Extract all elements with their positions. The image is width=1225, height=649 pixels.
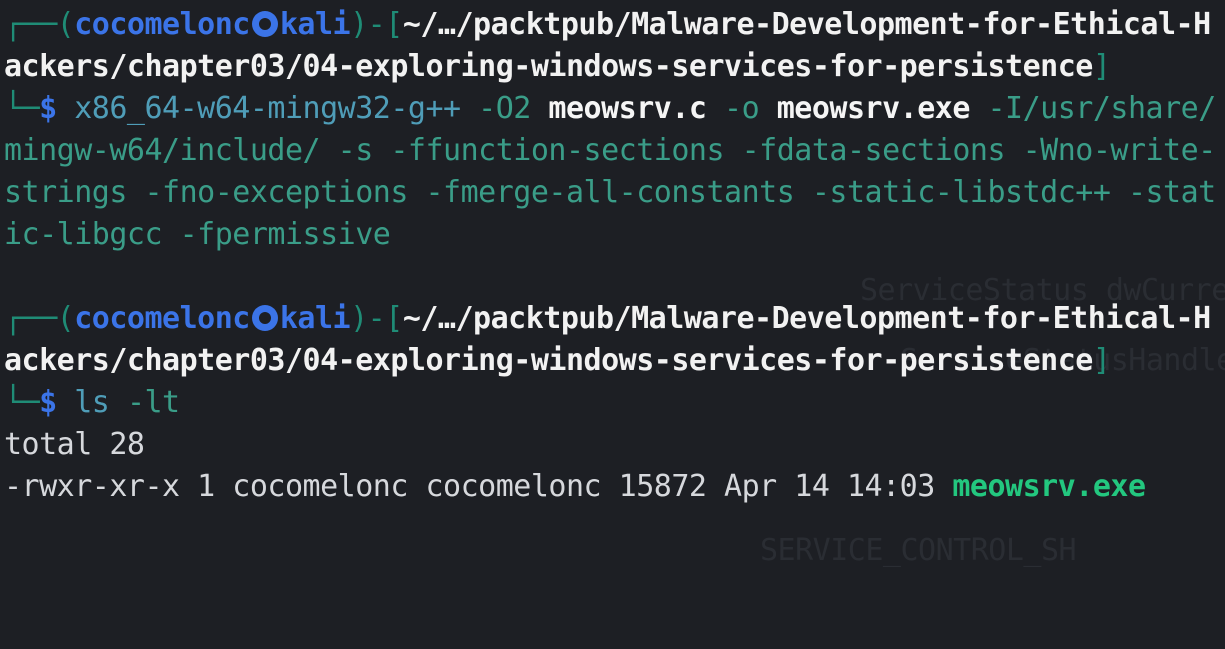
prompt-symbol: $ — [39, 91, 57, 126]
prompt-line: ackers/chapter03/04-exploring-windows-se… — [4, 46, 1225, 88]
command-source-file: meowsrv.c — [548, 91, 707, 126]
prompt-frame: ] — [1092, 49, 1111, 84]
prompt-path: ~/…/packtpub/Malware-Development-for-Eth… — [402, 301, 1211, 336]
output-line: -rwxr-xr-x 1 cocomelonc cocomelonc 15872… — [4, 466, 1225, 508]
command-arg: mingw-w64/include/ -s -ffunction-section… — [4, 133, 1216, 168]
prompt-host: kali — [279, 301, 351, 336]
output-total: total 28 — [4, 427, 145, 462]
command-line-continued: ic-libgcc -fpermissive — [4, 214, 1225, 256]
prompt-path: ackers/chapter03/04-exploring-windows-se… — [4, 343, 1093, 378]
prompt-frame: )-[ — [350, 301, 403, 336]
command-arg: -I/usr/share/ — [987, 91, 1216, 126]
prompt-line: ackers/chapter03/04-exploring-windows-se… — [4, 340, 1225, 382]
prompt-line: ┌──(cocomelonc kali)-[~/…/packtpub/Malwar… — [4, 4, 1225, 46]
prompt-frame: ┌──( — [4, 7, 75, 42]
prompt-host: kali — [279, 7, 351, 42]
file-listing-name: meowsrv.exe — [952, 469, 1146, 504]
prompt-user: cocomelonc — [74, 301, 250, 336]
command-arg: -lt — [126, 385, 180, 420]
command-arg: ic-libgcc -fpermissive — [4, 217, 391, 252]
command-name: ls — [74, 385, 110, 420]
command-arg: -o — [724, 91, 760, 126]
command-line-continued: strings -fno-exceptions -fmerge-all-cons… — [4, 172, 1225, 214]
kali-logo-icon — [251, 305, 278, 331]
kali-logo-icon — [251, 11, 278, 37]
prompt-path: ackers/chapter03/04-exploring-windows-se… — [4, 49, 1093, 84]
terminal-window[interactable]: ServiceStatus dwCurre ServiceStatusHandl… — [0, 0, 1225, 649]
prompt-frame: ┌──( — [4, 301, 75, 336]
command-name: x86_64-w64-mingw32-g++ — [74, 91, 461, 126]
prompt-symbol: $ — [39, 385, 57, 420]
background-ghost-text-3: SERVICE_CONTROL_SH — [760, 533, 1077, 568]
command-line-continued: mingw-w64/include/ -s -ffunction-section… — [4, 130, 1225, 172]
file-listing-meta: -rwxr-xr-x 1 cocomelonc cocomelonc 15872… — [4, 469, 953, 504]
command-output-file: meowsrv.exe — [776, 91, 971, 126]
command-arg: strings -fno-exceptions -fmerge-all-cons… — [4, 175, 1216, 210]
prompt-corner: └─ — [4, 91, 40, 126]
command-line: └─$ ls -lt — [4, 382, 1225, 424]
prompt-user: cocomelonc — [74, 7, 250, 42]
command-line: └─$ x86_64-w64-mingw32-g++ -O2 meowsrv.c… — [4, 88, 1225, 130]
prompt-frame: ] — [1092, 343, 1111, 378]
command-arg: -O2 — [478, 91, 531, 126]
prompt-path: ~/…/packtpub/Malware-Development-for-Eth… — [402, 7, 1211, 42]
output-line: total 28 — [4, 424, 1225, 466]
prompt-corner: └─ — [4, 385, 40, 420]
prompt-line: ┌──(cocomelonc kali)-[~/…/packtpub/Malwar… — [4, 298, 1225, 340]
prompt-frame: )-[ — [350, 7, 403, 42]
